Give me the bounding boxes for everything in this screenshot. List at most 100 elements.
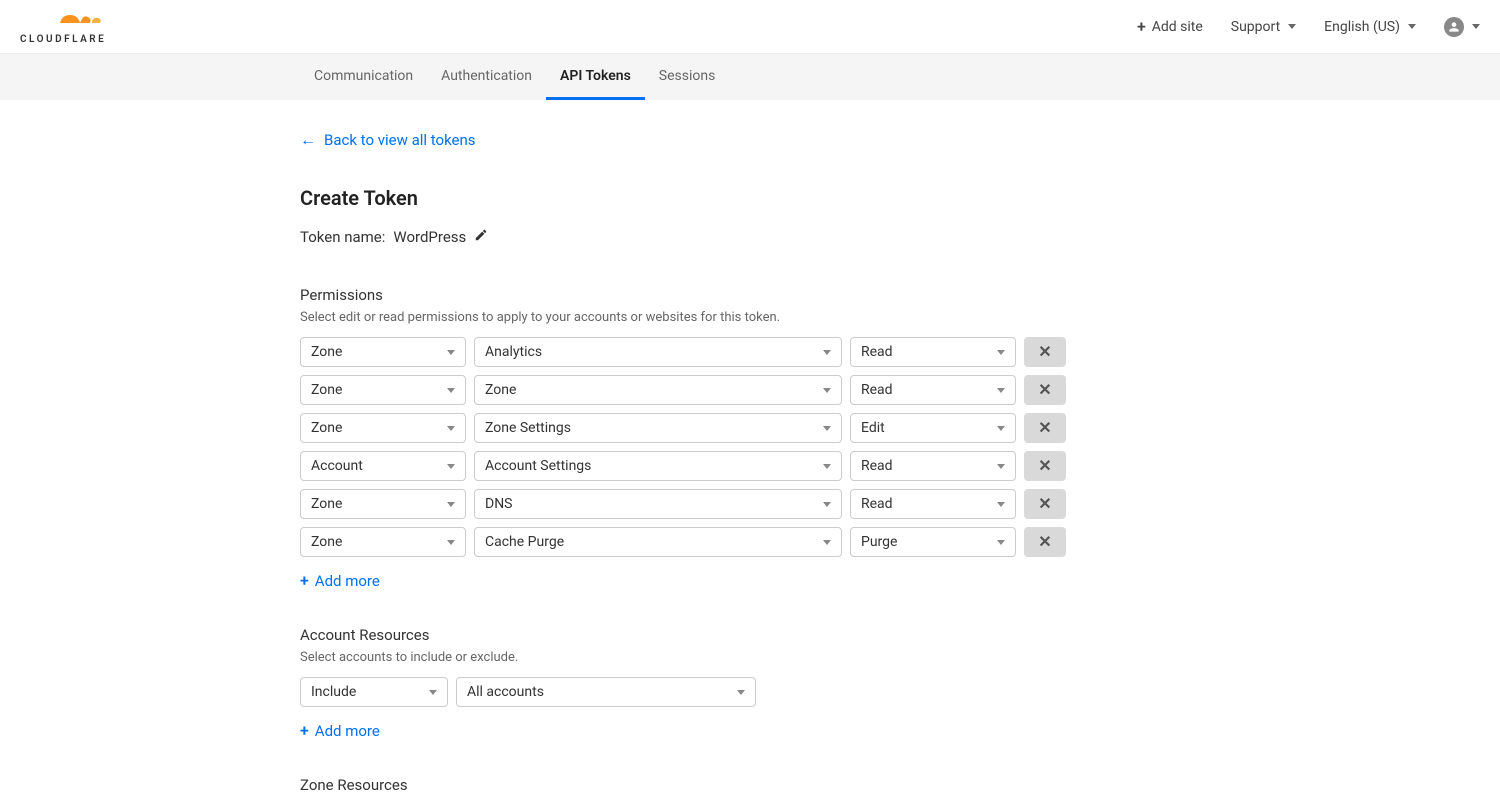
permission-scope-select[interactable]: Account — [300, 451, 466, 481]
permission-scope-select[interactable]: Zone — [300, 489, 466, 519]
close-icon: ✕ — [1038, 418, 1051, 438]
add-more-label: Add more — [315, 722, 380, 740]
chevron-down-icon — [447, 388, 455, 393]
account-mode-select[interactable]: Include — [300, 677, 448, 707]
permission-resource-select[interactable]: DNS — [474, 489, 842, 519]
permission-scope-select[interactable]: Zone — [300, 337, 466, 367]
chevron-down-icon — [447, 464, 455, 469]
avatar-icon — [1444, 17, 1464, 37]
token-name-label: Token name: — [300, 228, 385, 246]
permission-resource-select[interactable]: Zone — [474, 375, 842, 405]
permission-access-select-value: Read — [861, 344, 893, 360]
permission-resource-select[interactable]: Analytics — [474, 337, 842, 367]
permission-resource-select-value: DNS — [485, 496, 513, 512]
remove-permission-button[interactable]: ✕ — [1024, 375, 1066, 405]
permission-resource-select-value: Zone — [485, 382, 516, 398]
remove-permission-button[interactable]: ✕ — [1024, 337, 1066, 367]
remove-permission-button[interactable]: ✕ — [1024, 413, 1066, 443]
permission-scope-select-value: Zone — [311, 382, 342, 398]
support-menu[interactable]: Support — [1231, 19, 1296, 35]
tab-communication[interactable]: Communication — [300, 54, 427, 100]
permission-resource-select[interactable]: Account Settings — [474, 451, 842, 481]
permission-access-select-value: Edit — [861, 420, 885, 436]
account-resource-row: Include All accounts — [300, 677, 1070, 707]
permission-scope-select[interactable]: Zone — [300, 375, 466, 405]
add-site-button[interactable]: + Add site — [1137, 19, 1203, 35]
chevron-down-icon — [823, 540, 831, 545]
remove-permission-button[interactable]: ✕ — [1024, 489, 1066, 519]
add-site-label: Add site — [1152, 19, 1203, 35]
permission-row: Zone DNS Read ✕ — [300, 489, 1070, 519]
close-icon: ✕ — [1038, 456, 1051, 476]
account-resources-title: Account Resources — [300, 626, 1070, 644]
permission-resource-select-value: Analytics — [485, 344, 542, 360]
chevron-down-icon — [997, 388, 1005, 393]
tab-authentication[interactable]: Authentication — [427, 54, 546, 100]
plus-icon: + — [1137, 19, 1146, 35]
close-icon: ✕ — [1038, 380, 1051, 400]
permission-access-select[interactable]: Edit — [850, 413, 1016, 443]
account-target-select[interactable]: All accounts — [456, 677, 756, 707]
close-icon: ✕ — [1038, 532, 1051, 552]
permission-scope-select-value: Zone — [311, 344, 342, 360]
permissions-desc: Select edit or read permissions to apply… — [300, 310, 1070, 325]
edit-name-button[interactable] — [474, 228, 488, 246]
token-name-value: WordPress — [393, 228, 466, 246]
language-label: English (US) — [1324, 19, 1400, 35]
permission-scope-select[interactable]: Zone — [300, 413, 466, 443]
permission-access-select[interactable]: Read — [850, 337, 1016, 367]
close-icon: ✕ — [1038, 342, 1051, 362]
chevron-down-icon — [997, 464, 1005, 469]
permission-resource-select-value: Zone Settings — [485, 420, 571, 436]
chevron-down-icon — [447, 502, 455, 507]
close-icon: ✕ — [1038, 494, 1051, 514]
permission-access-select-value: Read — [861, 496, 893, 512]
permission-row: Zone Cache Purge Purge ✕ — [300, 527, 1070, 557]
account-target-select-value: All accounts — [467, 684, 544, 700]
top-header: CLOUDFLARE + Add site Support English (U… — [0, 0, 1500, 54]
permission-resource-select[interactable]: Zone Settings — [474, 413, 842, 443]
permission-scope-select-value: Zone — [311, 420, 342, 436]
chevron-down-icon — [1472, 24, 1480, 29]
permission-resource-select-value: Account Settings — [485, 458, 591, 474]
add-account-resource-button[interactable]: + Add more — [300, 721, 380, 740]
permission-access-select[interactable]: Purge — [850, 527, 1016, 557]
remove-permission-button[interactable]: ✕ — [1024, 527, 1066, 557]
permission-access-select-value: Read — [861, 382, 893, 398]
permission-resource-select[interactable]: Cache Purge — [474, 527, 842, 557]
chevron-down-icon — [447, 350, 455, 355]
page-title: Create Token — [300, 186, 1070, 210]
permission-access-select[interactable]: Read — [850, 451, 1016, 481]
account-mode-select-value: Include — [311, 684, 356, 700]
support-label: Support — [1231, 19, 1280, 35]
permissions-title: Permissions — [300, 286, 1070, 304]
permission-access-select-value: Purge — [861, 534, 897, 550]
permission-scope-select-value: Zone — [311, 534, 342, 550]
permission-access-select[interactable]: Read — [850, 375, 1016, 405]
plus-icon: + — [300, 721, 309, 740]
account-resources-desc: Select accounts to include or exclude. — [300, 650, 1070, 665]
chevron-down-icon — [823, 350, 831, 355]
remove-permission-button[interactable]: ✕ — [1024, 451, 1066, 481]
permission-access-select[interactable]: Read — [850, 489, 1016, 519]
tab-sessions[interactable]: Sessions — [645, 54, 730, 100]
brand-logo[interactable]: CLOUDFLARE — [20, 9, 114, 45]
chevron-down-icon — [429, 690, 437, 695]
chevron-down-icon — [997, 426, 1005, 431]
chevron-down-icon — [1288, 24, 1296, 29]
brand-text: CLOUDFLARE — [20, 34, 106, 45]
chevron-down-icon — [447, 426, 455, 431]
tab-api-tokens[interactable]: API Tokens — [546, 54, 645, 100]
chevron-down-icon — [447, 540, 455, 545]
permission-scope-select-value: Account — [311, 458, 363, 474]
add-permission-button[interactable]: + Add more — [300, 571, 380, 590]
language-menu[interactable]: English (US) — [1324, 19, 1416, 35]
account-menu[interactable] — [1444, 17, 1480, 37]
permission-scope-select[interactable]: Zone — [300, 527, 466, 557]
chevron-down-icon — [997, 502, 1005, 507]
plus-icon: + — [300, 571, 309, 590]
chevron-down-icon — [737, 690, 745, 695]
back-link[interactable]: ← Back to view all tokens — [300, 130, 476, 150]
permission-row: Account Account Settings Read ✕ — [300, 451, 1070, 481]
permission-scope-select-value: Zone — [311, 496, 342, 512]
